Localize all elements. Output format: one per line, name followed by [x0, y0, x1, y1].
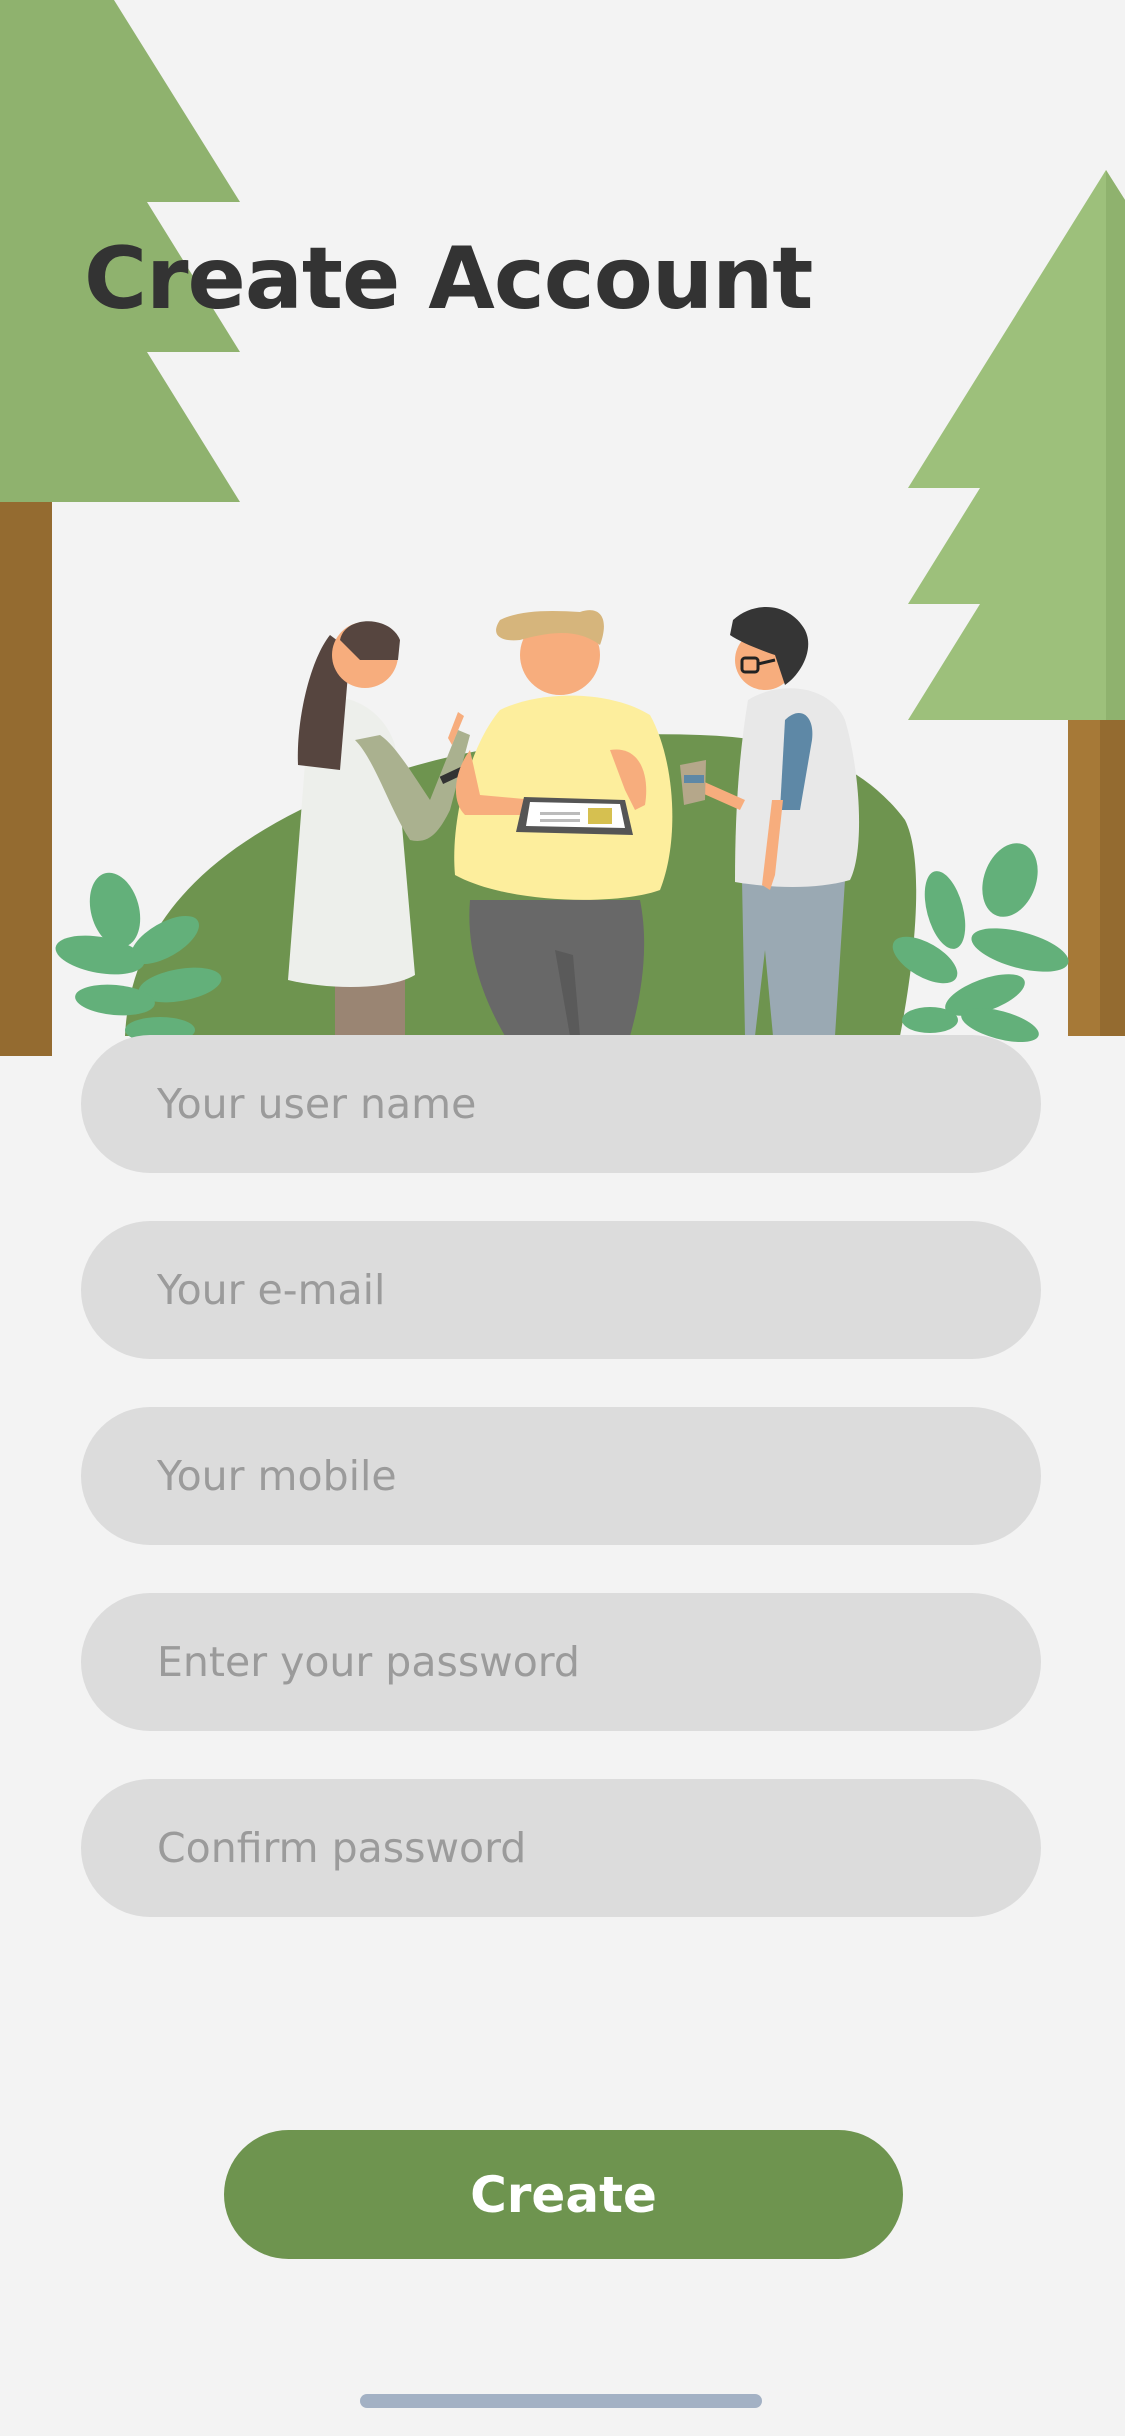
password-field-container [81, 1593, 1041, 1731]
home-indicator[interactable] [360, 2394, 762, 2408]
create-button[interactable]: Create [224, 2130, 903, 2259]
confirm-password-input[interactable] [81, 1779, 1041, 1917]
team-collaboration-illustration [0, 0, 1125, 1056]
username-field-container [81, 1035, 1041, 1173]
create-account-screen: Create Account Create [0, 0, 1125, 2436]
create-account-form [81, 1035, 1041, 1965]
email-input[interactable] [81, 1221, 1041, 1359]
confirm-password-field-container [81, 1779, 1041, 1917]
username-input[interactable] [81, 1035, 1041, 1173]
mobile-field-container [81, 1407, 1041, 1545]
man-figure-icon [454, 610, 673, 1036]
password-input[interactable] [81, 1593, 1041, 1731]
mobile-input[interactable] [81, 1407, 1041, 1545]
email-field-container [81, 1221, 1041, 1359]
page-title: Create Account [84, 229, 813, 329]
